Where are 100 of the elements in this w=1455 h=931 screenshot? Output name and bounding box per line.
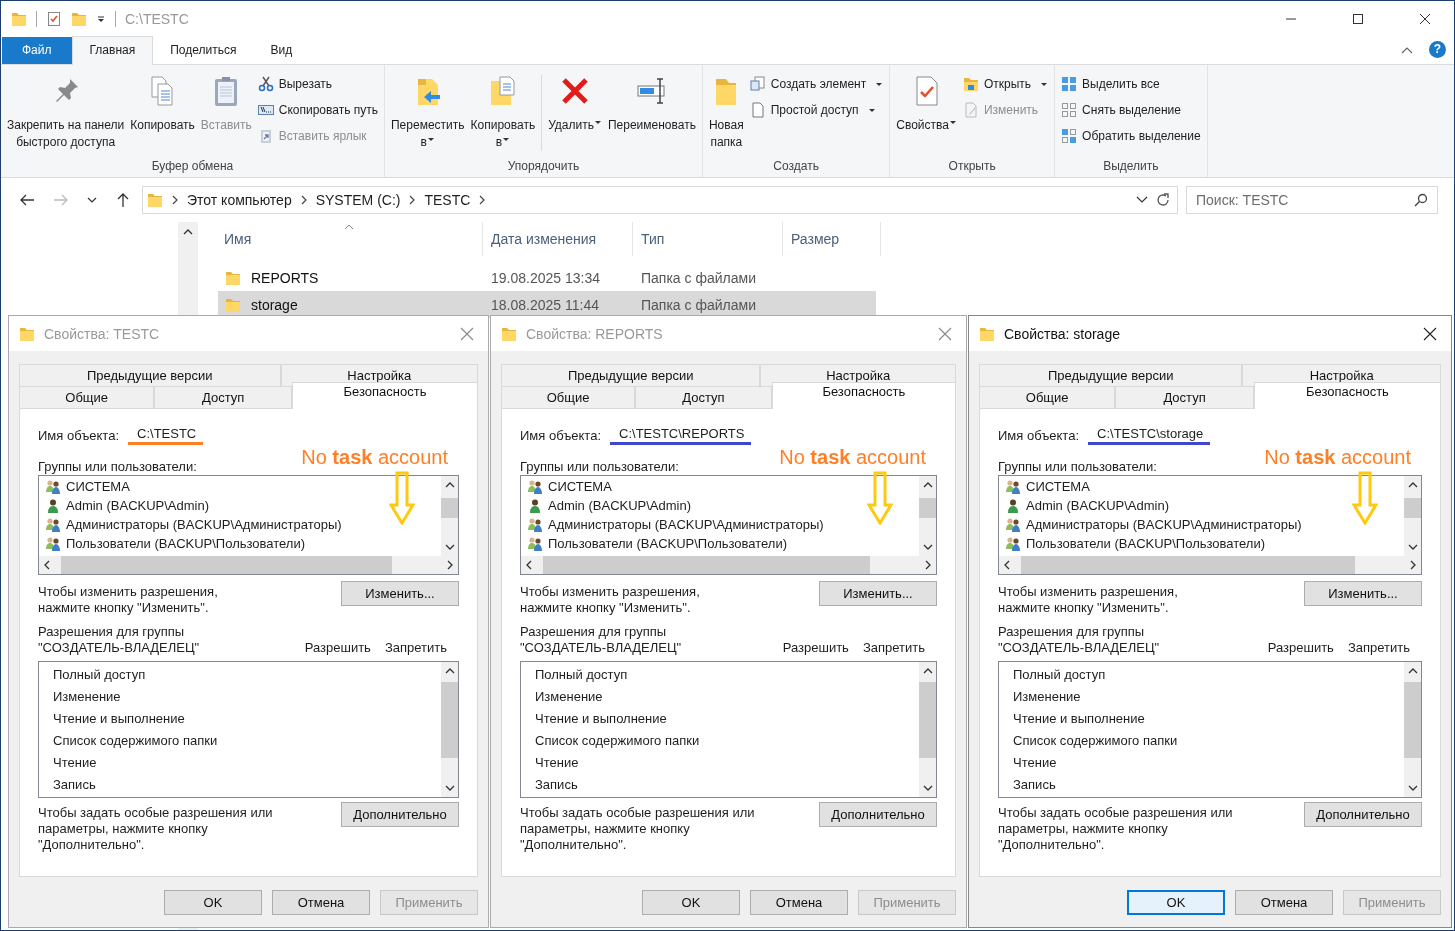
scrollbar[interactable] bbox=[441, 662, 458, 797]
help-button[interactable]: ? bbox=[1429, 41, 1446, 58]
list-item[interactable]: Администраторы (BACKUP\Администраторы) bbox=[1005, 515, 1404, 534]
ribbon-tab[interactable]: Вид bbox=[253, 37, 310, 64]
breadcrumb[interactable]: SYSTEM (C:) bbox=[315, 192, 401, 208]
ribbon-button[interactable]: Создать элемент bbox=[747, 73, 886, 95]
file-row[interactable]: REPORTS 19.08.2025 13:34 Папка с файлами bbox=[218, 264, 876, 291]
column-header[interactable]: Тип bbox=[633, 222, 783, 256]
up-icon[interactable] bbox=[115, 192, 131, 208]
tab[interactable]: Предыдущие версии bbox=[979, 364, 1243, 386]
dialog-button[interactable]: Отмена bbox=[750, 889, 848, 915]
list-item[interactable]: СИСТЕМА bbox=[1005, 477, 1404, 496]
refresh-icon[interactable] bbox=[1155, 192, 1171, 208]
list-item[interactable]: Администраторы (BACKUP\Администраторы) bbox=[527, 515, 919, 534]
list-item[interactable]: Пользователи (BACKUP\Пользователи) bbox=[45, 534, 441, 553]
folder-icon bbox=[501, 325, 517, 342]
list-item[interactable]: СИСТЕМА bbox=[527, 477, 919, 496]
tab[interactable]: Доступ bbox=[635, 386, 772, 408]
dialog-button[interactable]: Отмена bbox=[1235, 889, 1333, 915]
tab[interactable]: Общие bbox=[19, 386, 155, 408]
ribbon-tab[interactable]: Главная bbox=[71, 36, 154, 65]
column-header[interactable]: Дата изменения bbox=[483, 222, 633, 256]
scrollbar[interactable] bbox=[1404, 476, 1421, 556]
recent-locations-icon[interactable] bbox=[87, 196, 97, 204]
ribbon-button[interactable]: Простой доступ bbox=[747, 99, 886, 121]
ribbon-button[interactable]: Открыть bbox=[960, 73, 1051, 95]
folder-icon[interactable] bbox=[71, 10, 87, 27]
advanced-button[interactable]: Дополнительно bbox=[341, 802, 459, 827]
breadcrumb[interactable]: Этот компьютер bbox=[187, 192, 292, 208]
file-name: REPORTS bbox=[251, 269, 319, 286]
list-item[interactable]: Пользователи (BACKUP\Пользователи) bbox=[1005, 534, 1404, 553]
close-icon[interactable] bbox=[1423, 326, 1437, 341]
user-list[interactable]: СИСТЕМА Admin (BACKUP\Admin) Администраторы (BACKUP\Администраторы) Пользователи (BACKUP\Пользователи) bbox=[998, 475, 1422, 575]
ribbon-button[interactable]: Переместить в bbox=[389, 71, 467, 154]
hint-text: Чтобы задать особые разрешения или параметры, нажмите кнопку "Дополнительно". bbox=[520, 805, 755, 853]
tab[interactable]: Доступ bbox=[154, 386, 293, 408]
user-list[interactable]: СИСТЕМА Admin (BACKUP\Admin) Администраторы (BACKUP\Администраторы) Пользователи (BACKUP\Пользователи) bbox=[520, 475, 937, 575]
ribbon-button[interactable]: Обратить выделение bbox=[1059, 125, 1203, 147]
ribbon-button[interactable]: Удалить bbox=[546, 71, 604, 137]
change-button[interactable]: Изменить... bbox=[819, 581, 937, 606]
tab[interactable]: Предыдущие версии bbox=[19, 364, 281, 386]
list-item[interactable]: СИСТЕМА bbox=[45, 477, 441, 496]
back-icon[interactable] bbox=[19, 192, 35, 208]
forward-icon[interactable] bbox=[53, 192, 69, 208]
folder-icon bbox=[962, 76, 979, 92]
ribbon-button[interactable]: Копировать в bbox=[468, 71, 538, 154]
change-button[interactable]: Изменить... bbox=[1304, 581, 1422, 606]
arrow-drawing bbox=[1352, 471, 1378, 525]
advanced-button[interactable]: Дополнительно bbox=[1304, 802, 1422, 827]
properties-icon[interactable] bbox=[46, 10, 62, 27]
search-field[interactable]: Поиск: TESTC bbox=[1186, 186, 1438, 214]
column-header[interactable]: Имя bbox=[221, 222, 483, 256]
ribbon-button[interactable]: Выделить все bbox=[1059, 73, 1203, 95]
ribbon-button[interactable]: Переименовать bbox=[605, 71, 698, 136]
advanced-button[interactable]: Дополнительно bbox=[819, 802, 937, 827]
tab[interactable]: Безопасность bbox=[771, 382, 956, 409]
permissions-label: Разрешения для группы "СОЗДАТЕЛЬ-ВЛАДЕЛЕЦ" bbox=[520, 624, 683, 656]
dropdown-icon[interactable] bbox=[1136, 196, 1148, 204]
scrollbar[interactable] bbox=[1404, 662, 1421, 797]
user-list[interactable]: СИСТЕМА Admin (BACKUP\Admin) Администраторы (BACKUP\Администраторы) Пользователи (BACKUP\Пользователи) bbox=[38, 475, 459, 575]
file-type: Папка с файлами bbox=[641, 296, 756, 313]
tab[interactable]: Безопасность bbox=[292, 382, 478, 409]
tab[interactable]: Общие bbox=[501, 386, 636, 408]
tab[interactable]: Предыдущие версии bbox=[501, 364, 761, 386]
ribbon-button[interactable]: Вырезать bbox=[255, 73, 380, 95]
permissions-label: Разрешения для группы "СОЗДАТЕЛЬ-ВЛАДЕЛЕЦ" bbox=[38, 624, 201, 656]
dialog-button[interactable]: OK bbox=[1127, 889, 1225, 915]
breadcrumb[interactable]: TESTC bbox=[424, 192, 471, 208]
list-item[interactable]: Admin (BACKUP\Admin) bbox=[45, 496, 441, 515]
list-item[interactable]: Администраторы (BACKUP\Администраторы) bbox=[45, 515, 441, 534]
ribbon-button[interactable]: Копировать bbox=[128, 71, 197, 136]
ribbon-button[interactable]: Закрепить на панели быстрого доступа bbox=[5, 71, 127, 153]
address-bar[interactable]: Этот компьютер SYSTEM (C:) TESTC bbox=[142, 186, 1178, 214]
list-item[interactable]: Admin (BACKUP\Admin) bbox=[1005, 496, 1404, 515]
maximize-icon[interactable] bbox=[1352, 12, 1364, 25]
ribbon-button[interactable]: Скопировать путь bbox=[255, 99, 380, 121]
scrollbar[interactable] bbox=[919, 476, 936, 556]
dialog-button[interactable]: Отмена bbox=[272, 889, 370, 915]
list-item[interactable]: Пользователи (BACKUP\Пользователи) bbox=[527, 534, 919, 553]
caret-icon[interactable] bbox=[96, 13, 106, 24]
ribbon-button[interactable]: Новая папка bbox=[706, 71, 746, 153]
tab[interactable]: Общие bbox=[979, 386, 1116, 408]
ribbon-button[interactable]: Свойства bbox=[894, 71, 959, 137]
close-icon[interactable] bbox=[1419, 12, 1431, 25]
tab[interactable]: Безопасность bbox=[1253, 382, 1441, 409]
scrollbar[interactable] bbox=[441, 476, 458, 556]
dialog-button[interactable]: OK bbox=[642, 889, 740, 915]
column-header[interactable]: Размер bbox=[783, 222, 881, 256]
list-item[interactable]: Admin (BACKUP\Admin) bbox=[527, 496, 919, 515]
change-button[interactable]: Изменить... bbox=[341, 581, 459, 606]
collapse-icon[interactable] bbox=[1401, 46, 1413, 54]
ribbon-tab[interactable]: Файл bbox=[2, 37, 72, 64]
scrollbar[interactable] bbox=[999, 556, 1421, 574]
ribbon-button[interactable]: Снять выделение bbox=[1059, 99, 1203, 121]
scrollbar[interactable] bbox=[919, 662, 936, 797]
tab[interactable]: Доступ bbox=[1115, 386, 1254, 408]
dialog-button[interactable]: OK bbox=[164, 889, 262, 915]
scrollbar[interactable] bbox=[39, 556, 458, 574]
scrollbar[interactable] bbox=[521, 556, 936, 574]
ribbon-tab[interactable]: Поделиться bbox=[153, 37, 254, 64]
